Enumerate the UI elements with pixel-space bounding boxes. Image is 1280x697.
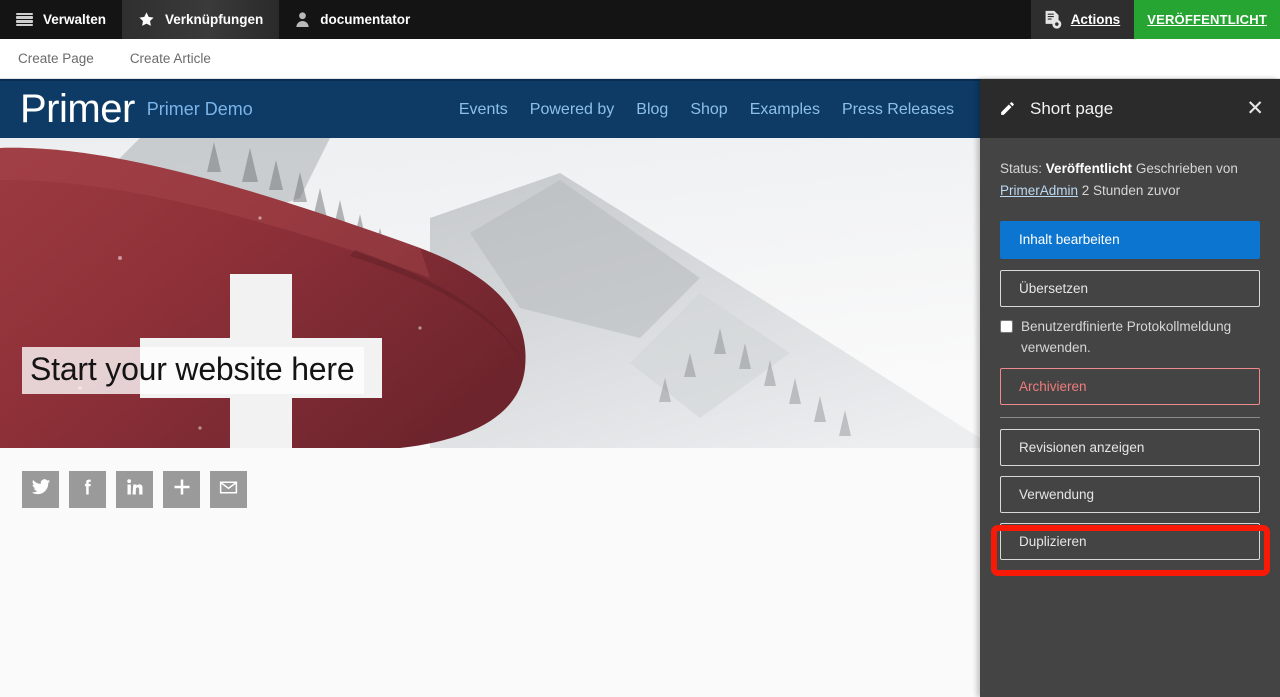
site-navbar: Primer Primer Demo Events Powered by Blo…: [0, 79, 980, 138]
status-badge[interactable]: VERÖFFENTLICHT: [1134, 0, 1280, 39]
close-icon[interactable]: ✕: [1246, 98, 1264, 119]
nav-link-examples[interactable]: Examples: [750, 101, 820, 119]
status-time: 2 Stunden zuvor: [1081, 182, 1181, 198]
custom-log-message-label: Benutzerdfinierte Protokollmeldung verwe…: [1021, 318, 1232, 355]
nav-link-blog[interactable]: Blog: [636, 101, 668, 119]
sidebar-body: Status: Veröffentlicht Geschrieben von P…: [980, 138, 1280, 560]
archive-button[interactable]: Archivieren: [1000, 367, 1260, 405]
edit-content-button[interactable]: Inhalt bearbeiten: [1000, 220, 1260, 259]
hamburger-icon: [16, 12, 33, 27]
usage-button[interactable]: Verwendung: [1000, 475, 1260, 513]
admin-shortcuts-label: Verknüpfungen: [165, 12, 264, 27]
twitter-icon: [31, 477, 51, 502]
email-icon: [218, 477, 239, 503]
create-toolbar: Create Page Create Article: [0, 39, 1280, 79]
admin-manage-button[interactable]: Verwalten: [0, 0, 122, 39]
user-icon: [295, 11, 310, 28]
status-badge-label: VERÖFFENTLICHT: [1147, 12, 1267, 27]
site-nav-links: Events Powered by Blog Shop Examples Pre…: [459, 101, 980, 119]
document-gear-icon: [1043, 10, 1062, 29]
share-email-button[interactable]: [210, 471, 247, 508]
actions-label: Actions: [1070, 12, 1121, 27]
status-prefix-label: Status:: [1000, 161, 1043, 176]
page-actions-sidebar: Short page ✕ Status: Veröffentlicht Gesc…: [980, 79, 1280, 697]
pencil-icon: [999, 100, 1016, 117]
sidebar-divider: [1000, 416, 1260, 418]
share-twitter-button[interactable]: [22, 471, 59, 508]
plus-icon: [172, 477, 192, 502]
admin-manage-label: Verwalten: [43, 12, 107, 27]
share-more-button[interactable]: [163, 471, 200, 508]
nav-link-powered-by[interactable]: Powered by: [530, 101, 615, 119]
share-facebook-button[interactable]: [69, 471, 106, 508]
hero-image: [0, 138, 980, 448]
site-brand[interactable]: Primer: [20, 87, 135, 132]
admin-user-label: documentator: [320, 12, 411, 27]
screen: Verwalten Verknüpfungen documentator Act…: [0, 0, 1280, 697]
sidebar-header: Short page ✕: [980, 79, 1280, 138]
custom-log-message-checkbox[interactable]: [1000, 319, 1013, 333]
site-preview: Primer Primer Demo Events Powered by Blo…: [0, 79, 980, 697]
page-status-info: Status: Veröffentlicht Geschrieben von P…: [1000, 158, 1260, 202]
show-revisions-button[interactable]: Revisionen anzeigen: [1000, 428, 1260, 466]
site-brand-subtitle: Primer Demo: [146, 99, 253, 119]
duplicate-button[interactable]: Duplizieren: [1000, 522, 1260, 560]
create-article-link[interactable]: Create Article: [112, 39, 229, 78]
sidebar-title: Short page: [1030, 98, 1114, 118]
admin-user-menu[interactable]: documentator: [279, 0, 426, 39]
facebook-icon: [78, 477, 98, 502]
written-by-label: Geschrieben von: [1135, 161, 1238, 176]
status-value: Veröffentlicht: [1045, 161, 1133, 176]
author-link[interactable]: PrimerAdmin: [1000, 183, 1078, 198]
admin-toolbar-right: Actions VERÖFFENTLICHT: [1030, 0, 1280, 39]
nav-link-press-releases[interactable]: Press Releases: [842, 101, 954, 119]
hero-banner: Start your website here: [0, 138, 980, 448]
hero-caption: Start your website here: [22, 347, 365, 394]
share-buttons: [0, 448, 980, 508]
create-page-link[interactable]: Create Page: [0, 39, 112, 78]
nav-link-events[interactable]: Events: [459, 101, 508, 119]
share-linkedin-button[interactable]: [116, 471, 153, 508]
admin-toolbar-spacer: [426, 0, 1030, 39]
translate-button[interactable]: Übersetzen: [1000, 269, 1260, 307]
admin-shortcuts-tab[interactable]: Verknüpfungen: [122, 0, 280, 39]
star-icon: [138, 11, 155, 28]
custom-log-message-checkbox-row[interactable]: Benutzerdfinierte Protokollmeldung verwe…: [1000, 317, 1262, 359]
actions-button[interactable]: Actions: [1030, 0, 1135, 39]
nav-link-shop[interactable]: Shop: [690, 101, 727, 119]
linkedin-icon: [125, 477, 145, 502]
admin-toolbar: Verwalten Verknüpfungen documentator Act…: [0, 0, 1280, 39]
